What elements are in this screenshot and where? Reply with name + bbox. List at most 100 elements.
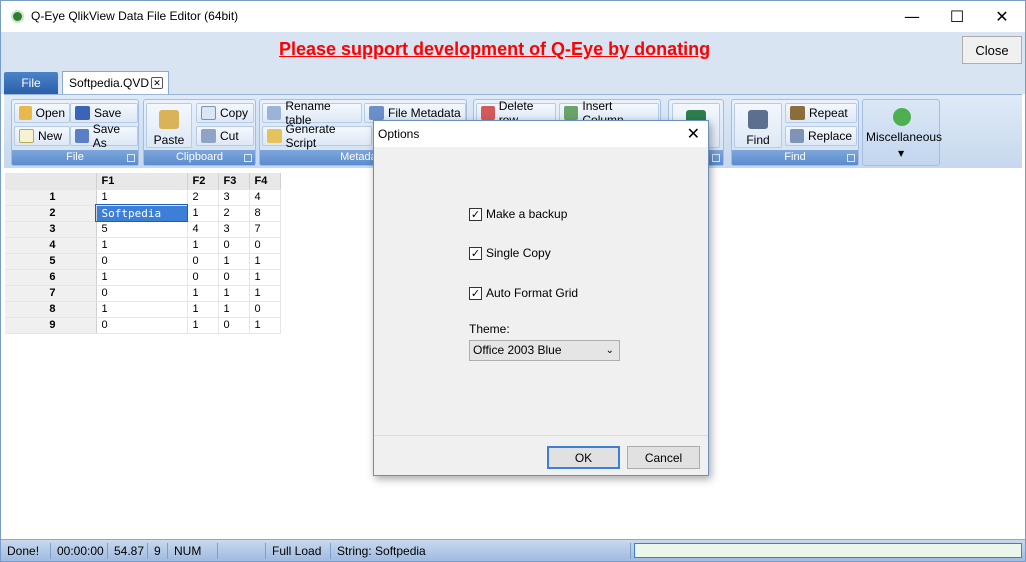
row-header[interactable]: 5 — [5, 253, 97, 270]
ok-button[interactable]: OK — [547, 446, 620, 469]
grid-cell[interactable]: 0 — [96, 253, 188, 270]
dialog-launcher-icon[interactable] — [244, 154, 252, 162]
rename-table-button[interactable]: Rename table — [262, 99, 362, 127]
row-header[interactable]: 9 — [5, 317, 97, 334]
dialog-launcher-icon[interactable] — [847, 154, 855, 162]
checkbox-checked-icon[interactable]: ✓ — [469, 207, 482, 221]
cancel-button[interactable]: Cancel — [627, 446, 700, 469]
grid-cell[interactable]: 1 — [249, 317, 281, 334]
tab-file[interactable]: File — [4, 72, 58, 94]
grid-cell[interactable]: 1 — [187, 205, 219, 222]
grid-cell[interactable]: 2 — [187, 189, 219, 206]
row-header[interactable]: 2 — [5, 205, 97, 222]
row-header[interactable]: 8 — [5, 301, 97, 318]
row-header[interactable]: 6 — [5, 269, 97, 286]
open-label: Open — [35, 106, 65, 120]
repeat-button[interactable]: Repeat — [785, 103, 857, 123]
replace-button[interactable]: Replace — [785, 126, 857, 146]
grid-cell[interactable]: 0 — [187, 269, 219, 286]
copy-button[interactable]: Copy — [196, 103, 254, 123]
rename-table-icon — [267, 106, 282, 120]
generate-script-button[interactable]: Generate Script — [262, 122, 372, 150]
grid-cell[interactable]: 0 — [96, 285, 188, 302]
table-row[interactable]: 35437 — [5, 221, 281, 238]
grid-cell[interactable]: 1 — [96, 269, 188, 286]
save-button[interactable]: Save — [70, 103, 138, 123]
new-button[interactable]: New — [14, 126, 70, 146]
grid-cell[interactable]: 0 — [249, 301, 281, 318]
cut-button[interactable]: Cut — [196, 126, 254, 146]
grid-cell[interactable]: 1 — [187, 301, 219, 318]
grid-cell[interactable]: 1 — [187, 285, 219, 302]
column-header[interactable]: F1 — [96, 173, 188, 190]
grid-cell[interactable]: 0 — [218, 269, 250, 286]
save-as-button[interactable]: Save As — [70, 122, 138, 150]
grid-cell[interactable]: Softpedia — [95, 204, 188, 222]
table-row[interactable]: 2 Softpedia 1 2 8 — [5, 204, 281, 222]
grid-cell[interactable]: 0 — [96, 317, 188, 334]
table-row[interactable]: 50011 — [5, 253, 281, 270]
grid-cell[interactable]: 1 — [218, 285, 250, 302]
donate-link[interactable]: Please support development of Q-Eye by d… — [279, 39, 710, 60]
table-row[interactable]: 90101 — [5, 317, 281, 334]
grid-cell[interactable]: 0 — [187, 253, 219, 270]
dialog-close-icon[interactable]: ✕ — [687, 124, 700, 143]
table-row[interactable]: 61001 — [5, 269, 281, 286]
grid-cell[interactable]: 4 — [187, 221, 219, 238]
grid-cell[interactable]: 4 — [249, 189, 281, 206]
find-button[interactable]: Find — [734, 103, 782, 148]
grid-cell[interactable]: 1 — [249, 269, 281, 286]
grid-cell[interactable]: 0 — [218, 237, 250, 254]
grid-cell[interactable]: 5 — [96, 221, 188, 238]
tab-document[interactable]: Softpedia.QVD ✕ — [62, 71, 169, 94]
close-tab-icon[interactable]: ✕ — [151, 77, 163, 89]
table-row[interactable]: 41100 — [5, 237, 281, 254]
document-tab-label: Softpedia.QVD — [69, 76, 150, 90]
grid-corner[interactable] — [5, 173, 97, 190]
grid-cell[interactable]: 2 — [218, 205, 250, 222]
row-header[interactable]: 3 — [5, 221, 97, 238]
ribbon-group-misc[interactable]: Miscellaneous ▼ — [862, 99, 942, 166]
grid-cell[interactable]: 1 — [96, 237, 188, 254]
column-header[interactable]: F3 — [218, 173, 250, 190]
checkbox-checked-icon[interactable]: ✓ — [469, 286, 482, 300]
paste-button[interactable]: Paste — [146, 103, 192, 148]
grid-cell[interactable]: 1 — [218, 301, 250, 318]
grid-cell[interactable]: 0 — [218, 317, 250, 334]
status-count: 9 — [148, 543, 168, 559]
grid-cell[interactable]: 1 — [96, 189, 188, 206]
auto-format-grid-checkbox[interactable]: ✓ Auto Format Grid — [469, 286, 578, 300]
grid-cell[interactable]: 1 — [218, 253, 250, 270]
insert-column-icon — [564, 106, 579, 120]
make-backup-checkbox[interactable]: ✓ Make a backup — [469, 207, 567, 221]
table-row[interactable]: 70111 — [5, 285, 281, 302]
column-header[interactable]: F4 — [249, 173, 281, 190]
grid-cell[interactable]: 0 — [249, 237, 281, 254]
grid-cell[interactable]: 3 — [218, 189, 250, 206]
grid-cell[interactable]: 1 — [187, 317, 219, 334]
close-button[interactable]: Close — [962, 36, 1022, 64]
maximize-button[interactable]: ☐ — [934, 1, 980, 32]
single-copy-checkbox[interactable]: ✓ Single Copy — [469, 246, 551, 260]
grid-cell[interactable]: 1 — [249, 253, 281, 270]
grid-cell[interactable]: 3 — [218, 221, 250, 238]
grid-cell[interactable]: 1 — [96, 301, 188, 318]
grid-cell[interactable]: 1 — [187, 237, 219, 254]
open-button[interactable]: Open — [14, 103, 70, 123]
checkbox-checked-icon[interactable]: ✓ — [469, 246, 482, 260]
row-header[interactable]: 1 — [5, 189, 97, 206]
grid-cell[interactable]: 1 — [249, 285, 281, 302]
grid-cell[interactable]: 7 — [249, 221, 281, 238]
theme-dropdown[interactable]: Office 2003 Blue ⌄ — [469, 340, 620, 361]
row-header[interactable]: 4 — [5, 237, 97, 254]
table-row[interactable]: 11234 — [5, 189, 281, 206]
row-header[interactable]: 7 — [5, 285, 97, 302]
close-window-button[interactable]: ✕ — [979, 1, 1025, 32]
dialog-launcher-icon[interactable] — [127, 154, 135, 162]
table-row[interactable]: 81110 — [5, 301, 281, 318]
data-grid[interactable]: F1 F2 F3 F4 1 1 2 3 4 2 Softpedia 1 2 8 3 5 4 3 7 4 1 1 0 0… — [5, 173, 281, 334]
grid-cell[interactable]: 8 — [249, 205, 281, 222]
column-header[interactable]: F2 — [187, 173, 219, 190]
dialog-launcher-icon[interactable] — [712, 154, 720, 162]
minimize-button[interactable]: — — [889, 1, 935, 32]
